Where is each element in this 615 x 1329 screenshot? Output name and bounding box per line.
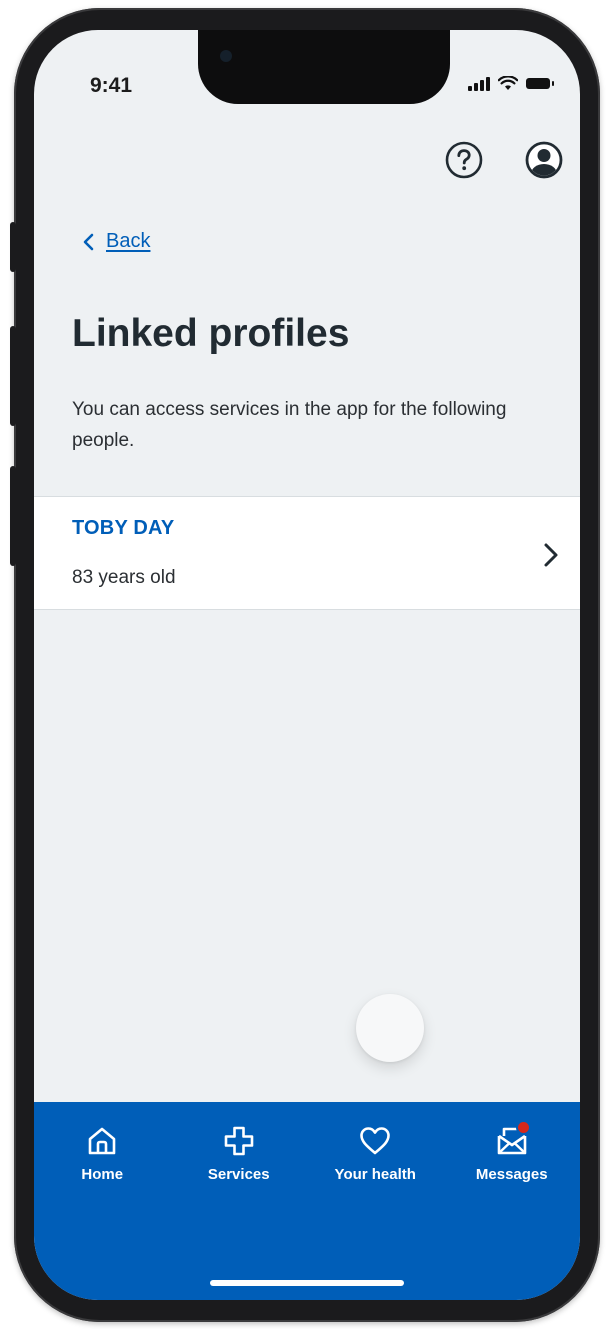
phone-volume-down-button <box>10 466 16 566</box>
tab-home[interactable]: Home <box>34 1124 171 1183</box>
user-circle-icon[interactable] <box>522 138 566 182</box>
status-icons <box>468 76 554 91</box>
tab-services-label: Services <box>207 1166 270 1183</box>
front-camera <box>220 50 232 62</box>
battery-icon <box>526 78 554 89</box>
back-link[interactable]: Back <box>82 230 150 253</box>
back-link-label: Back <box>106 230 151 252</box>
cellular-signal-icon <box>468 76 490 91</box>
status-time: 9:41 <box>90 74 133 97</box>
phone-action-button <box>10 222 16 272</box>
heart-icon <box>360 1127 391 1155</box>
phone-volume-up-button <box>10 326 16 426</box>
notch <box>198 30 450 104</box>
chevron-left-icon <box>83 233 94 250</box>
tab-messages-label: Messages <box>475 1166 548 1183</box>
profile-age: 83 years old <box>72 567 176 588</box>
wifi-icon <box>498 76 518 90</box>
profile-name: TOBY DAY <box>72 517 175 539</box>
tab-messages[interactable]: Messages <box>444 1120 581 1183</box>
messages-icon-wrap <box>495 1120 531 1158</box>
assistive-touch-button[interactable] <box>356 994 424 1062</box>
unread-badge <box>515 1120 531 1135</box>
question-circle-icon[interactable] <box>442 138 486 182</box>
linked-profile-item[interactable]: TOBY DAY 83 years old <box>34 496 580 610</box>
page-title: Linked profiles <box>72 312 350 355</box>
bottom-tab-bar: Home Services Your health Messages <box>34 1102 580 1300</box>
header-actions <box>442 138 566 182</box>
tab-your-health[interactable]: Your health <box>307 1124 444 1183</box>
chevron-right-icon <box>544 543 558 567</box>
tab-home-label: Home <box>81 1166 124 1183</box>
home-indicator <box>210 1280 404 1286</box>
home-icon <box>88 1127 116 1155</box>
page-intro: You can access services in the app for t… <box>72 399 507 451</box>
app-screen: 9:41 Back Linked profiles You can access… <box>34 30 580 1300</box>
plus-cross-icon <box>224 1126 254 1156</box>
tab-services[interactable]: Services <box>171 1124 308 1183</box>
tab-your-health-label: Your health <box>334 1166 416 1183</box>
